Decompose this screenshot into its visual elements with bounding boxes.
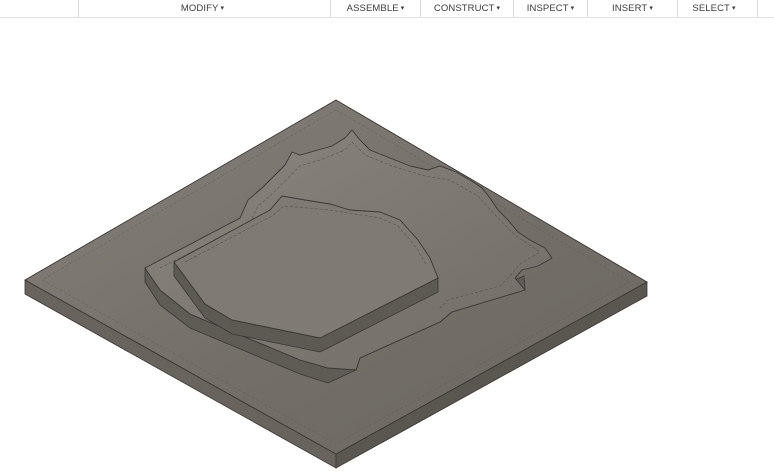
- select-menu-label: SELECT: [692, 3, 730, 14]
- model-view[interactable]: [0, 18, 774, 474]
- modify-menu-button[interactable]: MODIFY ▾: [150, 0, 255, 17]
- toolbar-separator: [757, 0, 758, 17]
- chevron-down-icon: ▾: [731, 5, 736, 12]
- construct-menu-button[interactable]: CONSTRUCT ▾: [421, 0, 513, 17]
- chevron-down-icon: ▾: [570, 5, 575, 12]
- modify-menu-label: MODIFY: [180, 3, 219, 14]
- toolbar-separator: [78, 0, 79, 17]
- inspect-menu-button[interactable]: INSPECT ▾: [514, 0, 587, 17]
- insert-menu-label: INSERT: [612, 3, 648, 14]
- chevron-down-icon: ▾: [496, 5, 501, 12]
- toolbar: MODIFY ▾ ASSEMBLE ▾ CONSTRUCT ▾ INSPECT ▾ IN…: [0, 0, 774, 18]
- select-menu-button[interactable]: SELECT ▾: [678, 0, 750, 17]
- insert-menu-button[interactable]: INSERT ▾: [588, 0, 677, 17]
- chevron-down-icon: ▾: [400, 5, 405, 12]
- chevron-down-icon: ▾: [649, 5, 653, 12]
- construct-menu-label: CONSTRUCT: [433, 3, 495, 14]
- chevron-down-icon: ▾: [220, 5, 225, 12]
- assemble-menu-label: ASSEMBLE: [346, 3, 399, 14]
- inspect-menu-label: INSPECT: [526, 3, 569, 14]
- canvas-viewport[interactable]: [0, 18, 774, 474]
- assemble-menu-button[interactable]: ASSEMBLE ▾: [331, 0, 420, 17]
